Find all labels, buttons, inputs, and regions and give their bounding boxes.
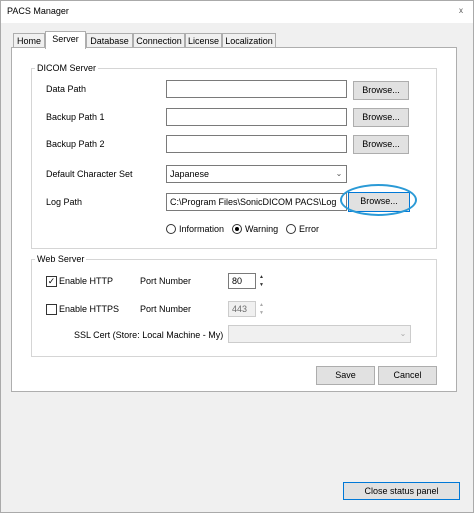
log-path-browse-button[interactable]: Browse...	[348, 192, 410, 212]
tab-home[interactable]: Home	[13, 33, 45, 48]
charset-select[interactable]: Japanese ⌄	[166, 165, 347, 183]
cancel-button[interactable]: Cancel	[378, 366, 437, 385]
http-port-input[interactable]: 80	[228, 273, 256, 289]
enable-https-label: Enable HTTPS	[59, 304, 120, 314]
backup-path-1-input[interactable]	[166, 108, 347, 126]
window-title: PACS Manager	[7, 6, 69, 16]
log-path-input[interactable]: C:\Program Files\SonicDICOM PACS\Log	[166, 193, 347, 211]
web-server-group-title: Web Server	[35, 254, 87, 264]
ssl-cert-select[interactable]: ⌄	[228, 325, 411, 343]
chevron-down-icon: ⌄	[399, 329, 407, 338]
log-level-warning-radio[interactable]	[232, 224, 242, 234]
enable-http-checkbox[interactable]: ✓	[46, 276, 57, 287]
arrow-up-icon[interactable]: ▲	[257, 273, 266, 281]
data-path-label: Data Path	[46, 84, 87, 94]
save-button[interactable]: Save	[316, 366, 375, 385]
radio-selected-dot	[235, 227, 239, 231]
charset-label: Default Character Set	[46, 169, 133, 179]
tab-database[interactable]: Database	[86, 33, 133, 48]
close-status-panel-button[interactable]: Close status panel	[343, 482, 460, 500]
tab-connection[interactable]: Connection	[133, 33, 185, 48]
log-path-label: Log Path	[46, 197, 83, 207]
chevron-down-icon: ⌄	[335, 169, 343, 178]
log-level-information-radio[interactable]	[166, 224, 176, 234]
tab-localization[interactable]: Localization	[222, 33, 276, 48]
backup-path-2-label: Backup Path 2	[46, 139, 105, 149]
arrow-up-icon[interactable]: ▲	[257, 301, 266, 309]
ssl-cert-label: SSL Cert (Store: Local Machine - My)	[74, 330, 224, 340]
data-path-input[interactable]	[166, 80, 347, 98]
backup-path-2-input[interactable]	[166, 135, 347, 153]
title-bar: PACS Manager x	[1, 1, 473, 23]
backup-path-2-browse-button[interactable]: Browse...	[353, 135, 409, 154]
log-level-error-radio[interactable]	[286, 224, 296, 234]
close-icon[interactable]: x	[453, 4, 469, 18]
backup-path-1-browse-button[interactable]: Browse...	[353, 108, 409, 127]
arrow-down-icon[interactable]: ▼	[257, 309, 266, 317]
enable-https-checkbox[interactable]	[46, 304, 57, 315]
https-port-input[interactable]: 443	[228, 301, 256, 317]
https-port-stepper[interactable]: ▲ ▼	[257, 301, 266, 317]
tab-server[interactable]: Server	[45, 31, 86, 49]
tab-license[interactable]: License	[185, 33, 222, 48]
https-port-label: Port Number	[140, 304, 192, 314]
http-port-stepper[interactable]: ▲ ▼	[257, 273, 266, 289]
dicom-server-group-title: DICOM Server	[35, 63, 99, 73]
pacs-manager-window: PACS Manager x Home Server Database Conn…	[0, 0, 474, 513]
log-level-warning-label: Warning	[245, 224, 279, 234]
server-tab-panel: DICOM Server Data Path Browse... Backup …	[11, 47, 457, 392]
backup-path-1-label: Backup Path 1	[46, 112, 105, 122]
data-path-browse-button[interactable]: Browse...	[353, 81, 409, 100]
log-level-information-label: Information	[179, 224, 225, 234]
enable-http-label: Enable HTTP	[59, 276, 114, 286]
arrow-down-icon[interactable]: ▼	[257, 281, 266, 289]
charset-value: Japanese	[170, 169, 210, 179]
http-port-label: Port Number	[140, 276, 192, 286]
log-level-error-label: Error	[299, 224, 319, 234]
